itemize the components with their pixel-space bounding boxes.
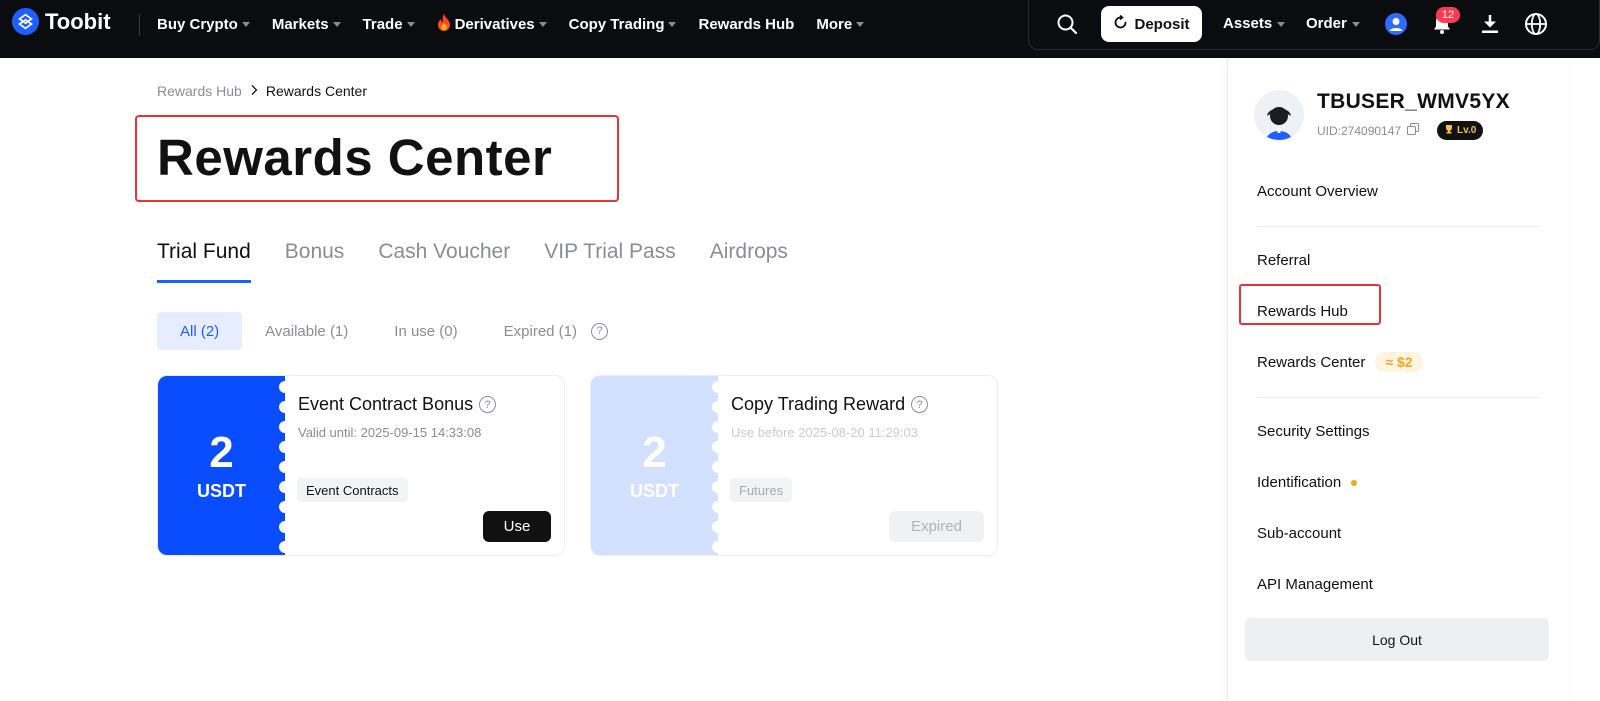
chevron-down-icon	[538, 22, 547, 27]
download-icon[interactable]	[1478, 12, 1502, 36]
tab-bonus[interactable]: Bonus	[285, 240, 345, 283]
menu-rewards-hub[interactable]: Rewards Hub	[1257, 303, 1348, 320]
reward-name: Copy Trading Reward ?	[731, 394, 929, 415]
chevron-down-icon	[856, 22, 865, 27]
copy-icon[interactable]	[1407, 123, 1420, 138]
nav-derivatives[interactable]: Derivatives	[437, 13, 547, 35]
reward-amount-stub: 2 USDT	[591, 376, 718, 555]
reward-tag: Futures	[730, 478, 793, 502]
nav-more[interactable]: More	[816, 16, 865, 33]
search-icon[interactable]	[1056, 13, 1078, 35]
trophy-icon	[1444, 124, 1454, 137]
username: TBUSER_WMV5YX	[1317, 90, 1510, 113]
reward-amount: 2	[209, 428, 234, 477]
menu-divider	[1257, 397, 1541, 398]
filter-all[interactable]: All (2)	[157, 312, 243, 350]
toobit-logo-icon	[12, 8, 39, 35]
nav-copy-trading[interactable]: Copy Trading	[569, 16, 677, 33]
menu-security-settings[interactable]: Security Settings	[1257, 423, 1370, 440]
use-button[interactable]: Use	[483, 511, 551, 542]
tab-airdrops[interactable]: Airdrops	[710, 240, 788, 283]
chevron-down-icon	[668, 22, 677, 27]
reward-validity: Use before 2025-08-20 11:29:03	[731, 425, 918, 440]
nav-rewards-hub[interactable]: Rewards Hub	[698, 16, 794, 33]
chevron-down-icon	[406, 22, 415, 27]
menu-account-overview[interactable]: Account Overview	[1257, 183, 1378, 200]
status-dot	[1351, 479, 1358, 486]
status-filters: All (2) Available (1) In use (0) Expired…	[157, 312, 609, 350]
info-icon[interactable]: ?	[911, 396, 929, 413]
assets-menu[interactable]: Assets	[1223, 15, 1286, 32]
page-title: Rewards Center	[157, 129, 553, 186]
filter-in-use[interactable]: In use (0)	[371, 312, 480, 350]
tab-vip-trial-pass[interactable]: VIP Trial Pass	[544, 240, 676, 283]
breadcrumb: Rewards Hub Rewards Center	[157, 83, 367, 99]
chevron-down-icon	[1277, 21, 1286, 27]
reward-amount: 2	[642, 428, 667, 477]
rewards-amount-pill: ≈ $2	[1375, 352, 1423, 372]
uid: UID:274090147	[1317, 123, 1420, 138]
chevron-down-icon	[241, 22, 250, 27]
ticket-perforation	[279, 376, 291, 555]
reward-card: 2 USDT Event Contract Bonus ? Valid unti…	[157, 375, 565, 556]
logo[interactable]: Toobit	[12, 8, 111, 35]
menu-divider	[1257, 226, 1541, 227]
notification-badge: 12	[1436, 7, 1460, 23]
user-avatar-icon[interactable]	[1384, 12, 1408, 36]
level-badge: Lv.0	[1437, 121, 1484, 140]
reward-validity: Valid until: 2025-09-15 14:33:08	[298, 425, 482, 440]
menu-identification[interactable]: Identification	[1257, 474, 1358, 491]
reward-currency: USDT	[197, 481, 246, 501]
chevron-right-icon	[250, 83, 258, 99]
nav-markets[interactable]: Markets	[272, 16, 341, 33]
account-dropdown: TBUSER_WMV5YX UID:274090147 Lv.0 Account…	[1227, 58, 1568, 701]
avatar	[1254, 90, 1304, 140]
help-icon[interactable]: ?	[591, 322, 609, 340]
reward-name: Event Contract Bonus ?	[298, 394, 497, 415]
refresh-icon	[1113, 14, 1128, 34]
reward-card: 2 USDT Copy Trading Reward ? Use before …	[590, 375, 998, 556]
chevron-down-icon	[332, 22, 341, 27]
nav-trade[interactable]: Trade	[363, 16, 415, 33]
breadcrumb-current: Rewards Center	[265, 83, 367, 99]
logout-button[interactable]: Log Out	[1245, 618, 1549, 661]
menu-referral[interactable]: Referral	[1257, 252, 1310, 269]
chevron-down-icon	[1351, 21, 1360, 27]
nav-buy-crypto[interactable]: Buy Crypto	[157, 16, 250, 33]
filter-available[interactable]: Available (1)	[242, 312, 371, 350]
tab-cash-voucher[interactable]: Cash Voucher	[378, 240, 510, 283]
reward-currency: USDT	[630, 481, 679, 501]
menu-sub-account[interactable]: Sub-account	[1257, 525, 1341, 542]
menu-rewards-center[interactable]: Rewards Center ≈ $2	[1257, 352, 1423, 372]
expired-button: Expired	[889, 511, 984, 542]
tab-trial-fund[interactable]: Trial Fund	[157, 240, 251, 283]
logo-text: Toobit	[45, 8, 111, 34]
filter-expired[interactable]: Expired (1)	[481, 312, 587, 350]
reward-tabs: Trial Fund Bonus Cash Voucher VIP Trial …	[157, 240, 788, 283]
breadcrumb-parent[interactable]: Rewards Hub	[157, 83, 242, 99]
info-icon[interactable]: ?	[479, 396, 497, 413]
fire-icon	[437, 13, 451, 35]
globe-icon[interactable]	[1524, 12, 1548, 36]
reward-amount-stub: 2 USDT	[158, 376, 285, 555]
deposit-button[interactable]: Deposit	[1101, 6, 1202, 42]
menu-api-management[interactable]: API Management	[1257, 576, 1373, 593]
reward-tag: Event Contracts	[297, 478, 408, 502]
ticket-perforation	[712, 376, 724, 555]
main-nav: Buy Crypto Markets Trade Derivatives Cop…	[157, 0, 886, 48]
nav-divider	[139, 14, 140, 36]
order-menu[interactable]: Order	[1306, 15, 1360, 32]
